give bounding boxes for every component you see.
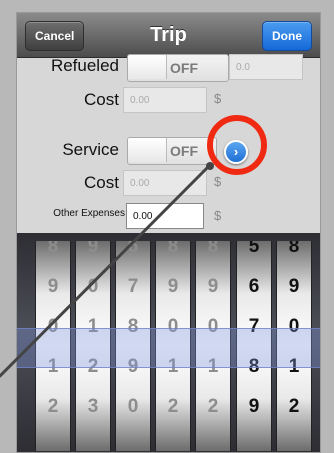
phone-screen: Trip Cancel Done Refueled OFF 0.0 Cost 0… bbox=[16, 12, 321, 453]
toggle-knob bbox=[128, 138, 167, 162]
other-expenses-label: Other Expenses bbox=[53, 208, 125, 219]
highlight-circle-annotation bbox=[207, 115, 267, 175]
refueled-toggle[interactable]: OFF bbox=[127, 54, 229, 82]
service-label: Service bbox=[62, 140, 119, 159]
odometer-picker[interactable]: 89012567898901289012678909012389012 bbox=[17, 233, 320, 452]
picker-digit: 0 bbox=[87, 276, 99, 297]
currency-symbol: $ bbox=[214, 208, 222, 223]
picker-selection-bar bbox=[17, 328, 320, 368]
picker-digit: 9 bbox=[47, 276, 59, 297]
picker-digit: 2 bbox=[207, 396, 219, 417]
refuel-cost-field[interactable]: 0.00 bbox=[123, 87, 207, 113]
picker-digit: 2 bbox=[167, 396, 179, 417]
refueled-label: Refueled bbox=[50, 56, 119, 75]
toggle-off-label: OFF bbox=[170, 60, 198, 76]
picker-digit: 2 bbox=[47, 396, 59, 417]
done-button[interactable]: Done bbox=[262, 21, 312, 51]
picker-digit: 9 bbox=[207, 276, 219, 297]
picker-digit: 0 bbox=[127, 396, 139, 417]
service-cost-label: Cost bbox=[84, 173, 119, 192]
picker-digit: 6 bbox=[127, 241, 139, 257]
picker-digit: 3 bbox=[87, 396, 99, 417]
picker-digit: 8 bbox=[167, 241, 179, 257]
service-cost-field[interactable]: 0.00 bbox=[123, 170, 207, 196]
other-expenses-field[interactable]: 0.00 bbox=[126, 203, 204, 229]
refuel-amount-field[interactable]: 0.0 bbox=[229, 54, 303, 80]
refuel-cost-label: Cost bbox=[84, 90, 119, 109]
picker-digit: 7 bbox=[127, 276, 139, 297]
picker-digit: 8 bbox=[47, 241, 59, 257]
toggle-off-label: OFF bbox=[170, 143, 198, 159]
picker-digit: 9 bbox=[167, 276, 179, 297]
picker-digit: 6 bbox=[248, 276, 260, 297]
navigation-bar: Trip Cancel Done bbox=[17, 13, 320, 58]
picker-digit: 9 bbox=[87, 241, 99, 257]
currency-symbol: $ bbox=[214, 174, 222, 189]
cancel-button[interactable]: Cancel bbox=[25, 21, 85, 51]
toggle-knob bbox=[128, 55, 167, 79]
service-toggle[interactable]: OFF bbox=[127, 137, 217, 165]
picker-digit: 2 bbox=[288, 396, 300, 417]
picker-digit: 9 bbox=[288, 276, 300, 297]
picker-digit: 5 bbox=[248, 241, 260, 257]
trip-form: Refueled OFF 0.0 Cost 0.00 $ Service OFF… bbox=[17, 54, 320, 233]
picker-digit: 9 bbox=[248, 396, 260, 417]
picker-digit: 8 bbox=[207, 241, 219, 257]
currency-symbol: $ bbox=[214, 91, 222, 106]
picker-digit: 8 bbox=[288, 241, 300, 257]
